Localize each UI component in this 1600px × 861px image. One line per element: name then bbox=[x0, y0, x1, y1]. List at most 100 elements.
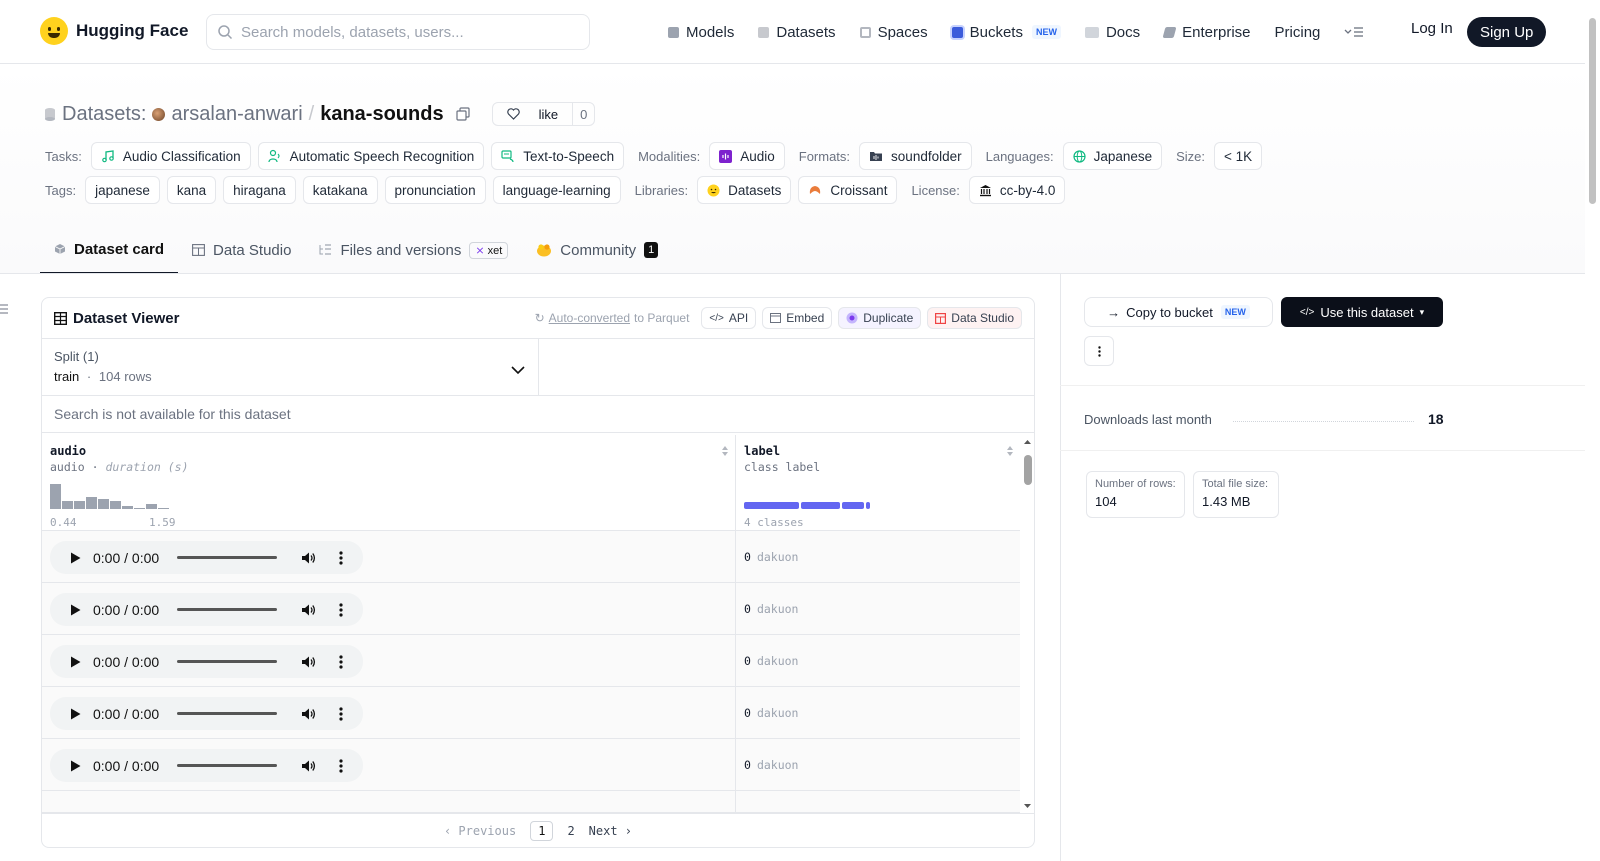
tag-japanese[interactable]: japanese bbox=[85, 176, 160, 204]
pager-previous[interactable]: ‹ Previous bbox=[444, 824, 516, 838]
class-segment[interactable] bbox=[842, 502, 864, 509]
table-scrollbar[interactable] bbox=[1020, 435, 1034, 813]
audio-progress-slider[interactable] bbox=[177, 556, 278, 559]
histogram-bar[interactable] bbox=[50, 484, 61, 509]
audio-progress-slider[interactable] bbox=[177, 764, 278, 767]
more-options-button[interactable] bbox=[1084, 336, 1114, 366]
use-this-dataset-button[interactable]: </> Use this dataset ▾ bbox=[1281, 297, 1443, 327]
login-link[interactable]: Log In bbox=[1411, 20, 1453, 37]
volume-icon[interactable] bbox=[301, 551, 317, 565]
like-action[interactable]: like bbox=[493, 103, 573, 125]
pager-page-2[interactable]: 2 bbox=[567, 824, 574, 838]
nav-enterprise[interactable]: Enterprise bbox=[1162, 20, 1251, 44]
play-icon[interactable] bbox=[70, 708, 81, 720]
nav-pricing[interactable]: Pricing bbox=[1275, 20, 1321, 44]
class-segment[interactable] bbox=[801, 502, 840, 509]
sort-icon[interactable] bbox=[1006, 445, 1014, 457]
histogram-bar[interactable] bbox=[74, 501, 85, 509]
global-search[interactable] bbox=[206, 14, 590, 50]
histogram-bar[interactable] bbox=[134, 508, 145, 509]
library-tag-croissant[interactable]: Croissant bbox=[798, 176, 898, 204]
size-tag[interactable]: < 1K bbox=[1214, 142, 1263, 170]
tab-files-and-versions[interactable]: Files and versions ⨯ xet bbox=[305, 230, 522, 274]
license-tag[interactable]: cc-by-4.0 bbox=[968, 176, 1066, 204]
embed-button[interactable]: Embed bbox=[762, 307, 833, 329]
metadata-row-1: Tasks: Audio Classification Automatic Sp… bbox=[45, 142, 1263, 170]
audio-progress-slider[interactable] bbox=[177, 712, 278, 715]
volume-icon[interactable] bbox=[301, 655, 317, 669]
nav-datasets[interactable]: Datasets bbox=[758, 20, 836, 44]
sort-icon[interactable] bbox=[721, 445, 729, 457]
sidebar-toggle-icon[interactable] bbox=[0, 302, 10, 316]
kebab-menu-icon[interactable] bbox=[339, 550, 343, 565]
split-dropdown[interactable]: Split (1) train · 104 rows bbox=[42, 339, 539, 395]
tag-language-learning[interactable]: language-learning bbox=[492, 176, 621, 204]
kebab-menu-icon[interactable] bbox=[339, 758, 343, 773]
signup-button[interactable]: Sign Up bbox=[1467, 17, 1547, 47]
class-segment[interactable] bbox=[744, 502, 799, 509]
api-button[interactable]: </> API bbox=[701, 307, 757, 329]
search-input[interactable] bbox=[241, 23, 561, 41]
tab-community[interactable]: Community 1 bbox=[522, 230, 672, 274]
histogram-bar[interactable] bbox=[62, 501, 73, 509]
tag-katakana[interactable]: katakana bbox=[302, 176, 378, 204]
tab-dataset-card[interactable]: Dataset card bbox=[40, 230, 179, 274]
volume-icon[interactable] bbox=[301, 707, 317, 721]
pager-next[interactable]: Next › bbox=[589, 824, 632, 838]
copy-to-bucket-button[interactable]: → Copy to bucket NEW bbox=[1084, 297, 1273, 327]
nav-docs[interactable]: Docs bbox=[1084, 20, 1140, 44]
dataset-name[interactable]: kana-sounds bbox=[320, 103, 443, 126]
volume-icon[interactable] bbox=[301, 603, 317, 617]
pager-page-1[interactable]: 1 bbox=[530, 820, 554, 841]
audio-progress-slider[interactable] bbox=[177, 660, 278, 663]
audio-progress-slider[interactable] bbox=[177, 608, 278, 611]
play-icon[interactable] bbox=[70, 760, 81, 772]
tag-pronunciation[interactable]: pronunciation bbox=[384, 176, 486, 204]
tab-data-studio[interactable]: Data Studio bbox=[178, 230, 305, 274]
like-button[interactable]: like 0 bbox=[491, 102, 596, 126]
task-tag-asr[interactable]: Automatic Speech Recognition bbox=[257, 142, 485, 170]
language-tag-japanese[interactable]: Japanese bbox=[1062, 142, 1163, 170]
nav-models[interactable]: Models bbox=[668, 20, 734, 44]
audio-player[interactable]: 0:00 / 0:00 bbox=[50, 593, 363, 626]
audio-player[interactable]: 0:00 / 0:00 bbox=[50, 697, 363, 730]
auto-converted-link[interactable]: Auto-converted bbox=[549, 311, 630, 325]
section-label[interactable]: Datasets: bbox=[62, 103, 146, 126]
nav-more-menu[interactable] bbox=[1344, 20, 1364, 44]
class-segment[interactable] bbox=[866, 502, 870, 509]
page-scrollbar[interactable] bbox=[1585, 0, 1600, 861]
nav-buckets[interactable]: Buckets NEW bbox=[951, 20, 1061, 44]
brand-logo[interactable]: Hugging Face bbox=[40, 17, 188, 45]
duplicate-button[interactable]: Duplicate bbox=[838, 307, 922, 329]
format-tag-soundfolder[interactable]: soundfolder bbox=[859, 142, 972, 170]
histogram-bar[interactable] bbox=[158, 508, 169, 509]
histogram-bar[interactable] bbox=[86, 497, 97, 509]
owner-link[interactable]: arsalan-anwari bbox=[171, 103, 302, 126]
column-header-label[interactable]: label class label 4 classes bbox=[736, 435, 1020, 531]
copy-icon[interactable] bbox=[455, 107, 470, 121]
tag-kana[interactable]: kana bbox=[166, 176, 217, 204]
volume-icon[interactable] bbox=[301, 759, 317, 773]
column-header-audio[interactable]: audio audio · duration (s) 0.44 1.59 bbox=[42, 435, 735, 531]
histogram-bar[interactable] bbox=[98, 499, 109, 509]
tag-hiragana[interactable]: hiragana bbox=[223, 176, 296, 204]
library-tag-datasets[interactable]: Datasets bbox=[697, 176, 792, 204]
modality-tag-audio[interactable]: Audio bbox=[709, 142, 785, 170]
play-icon[interactable] bbox=[70, 604, 81, 616]
histogram-bar[interactable] bbox=[146, 504, 157, 509]
task-tag-tts[interactable]: Text-to-Speech bbox=[491, 142, 625, 170]
kebab-menu-icon[interactable] bbox=[339, 654, 343, 669]
kebab-menu-icon[interactable] bbox=[339, 602, 343, 617]
histogram-bar[interactable] bbox=[122, 506, 133, 509]
play-icon[interactable] bbox=[70, 656, 81, 668]
task-tag-audio-classification[interactable]: Audio Classification bbox=[90, 142, 251, 170]
page-scrollbar-thumb[interactable] bbox=[1589, 18, 1596, 204]
audio-player[interactable]: 0:00 / 0:00 bbox=[50, 749, 363, 782]
histogram-bar[interactable] bbox=[110, 501, 121, 509]
audio-player[interactable]: 0:00 / 0:00 bbox=[50, 541, 363, 574]
audio-player[interactable]: 0:00 / 0:00 bbox=[50, 645, 363, 678]
play-icon[interactable] bbox=[70, 552, 81, 564]
nav-spaces[interactable]: Spaces bbox=[859, 20, 928, 44]
data-studio-button[interactable]: Data Studio bbox=[927, 307, 1022, 329]
kebab-menu-icon[interactable] bbox=[339, 706, 343, 721]
